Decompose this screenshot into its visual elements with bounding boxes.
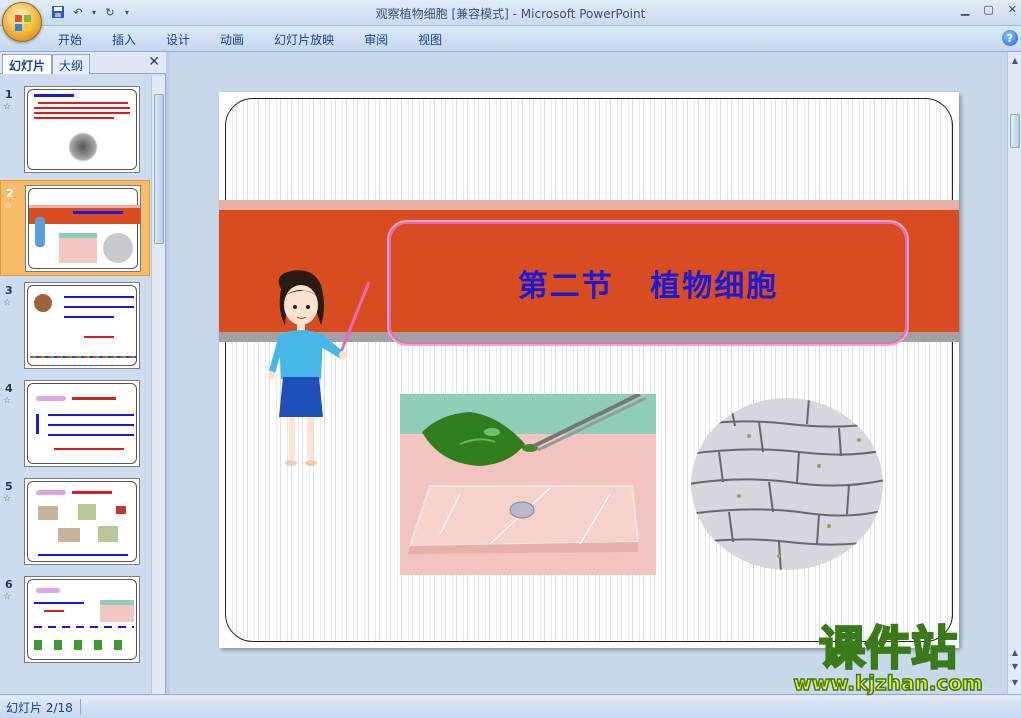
tab-outline[interactable]: 大纲: [52, 54, 91, 74]
tab-insert[interactable]: 插入: [112, 31, 136, 48]
slide-title[interactable]: 第二节 植物细胞: [387, 220, 909, 346]
status-bar: 幻灯片 2/18: [0, 694, 1021, 718]
slide-number: 4: [5, 382, 13, 395]
kjzhan-watermark-logo: 课件站 www.kjzhan.com: [792, 620, 983, 696]
slide-editor: 第二节 植物细胞: [170, 52, 1004, 694]
animation-star-icon: ☆: [3, 102, 12, 112]
status-divider: [80, 699, 81, 715]
window-title: 观察植物细胞 [兼容模式] - Microsoft PowerPoint: [375, 7, 646, 21]
scrollbar-thumb[interactable]: [1010, 114, 1020, 148]
thumbnail-image: [24, 380, 140, 467]
slide-thumbnail-5[interactable]: 5 ☆: [0, 474, 150, 570]
slide-thumbnail-3[interactable]: 3 ☆: [0, 278, 150, 374]
thumbnail-image: [24, 576, 140, 663]
animation-star-icon: ☆: [3, 396, 12, 406]
leaf-slide-photo: [400, 394, 656, 575]
slide-counter: 幻灯片 2/18: [6, 701, 73, 715]
animation-star-icon: ☆: [4, 201, 13, 211]
scroll-up-icon[interactable]: ▲: [1010, 56, 1020, 65]
slide-thumbnail-4[interactable]: 4 ☆: [0, 376, 150, 472]
tab-review[interactable]: 审阅: [364, 31, 388, 48]
scrollbar-thumb[interactable]: [154, 94, 164, 244]
window-controls: ▁ ▢ ✕: [961, 3, 1017, 16]
help-icon[interactable]: ?: [1002, 30, 1018, 46]
slide-number: 2: [6, 187, 14, 200]
slide-number: 5: [5, 480, 13, 493]
close-icon[interactable]: ✕: [1008, 3, 1017, 16]
office-logo-icon: [15, 15, 31, 31]
ribbon-tabs: 开始 插入 设计 动画 幻灯片放映 审阅 视图: [58, 31, 472, 48]
scroll-down-icon[interactable]: ▼: [1010, 678, 1020, 687]
title-band-top: [219, 200, 959, 210]
slide-number: 1: [5, 88, 13, 101]
thumbnail-scrollbar[interactable]: [151, 76, 165, 694]
watermark-url: www.kjzhan.com: [793, 671, 983, 695]
thumbnail-image: [24, 86, 140, 173]
next-slide-icon[interactable]: ▼: [1010, 662, 1020, 671]
animation-star-icon: ☆: [3, 592, 12, 602]
slide-number: 6: [5, 578, 13, 591]
tab-design[interactable]: 设计: [166, 31, 190, 48]
thumbnail-image: [24, 282, 140, 369]
onion-cells-micrograph: [691, 398, 883, 570]
slide-number: 3: [5, 284, 13, 297]
office-button[interactable]: [2, 2, 42, 42]
slide-thumbnail-list: 1 ☆ 2 ☆ 3 ☆ 4 ☆ 5 ☆ 6 ☆: [0, 76, 150, 694]
tab-home[interactable]: 开始: [58, 31, 82, 48]
slide-thumbnail-6[interactable]: 6 ☆: [0, 572, 150, 668]
thumbnail-image: [24, 478, 140, 565]
tab-animation[interactable]: 动画: [220, 31, 244, 48]
animation-star-icon: ☆: [3, 298, 12, 308]
ribbon-tab-bar: 开始 插入 设计 动画 幻灯片放映 审阅 视图 ?: [0, 26, 1021, 52]
slide-canvas[interactable]: 第二节 植物细胞: [219, 92, 959, 648]
slide-thumbnail-2[interactable]: 2 ☆: [0, 180, 150, 276]
animation-star-icon: ☆: [3, 494, 12, 504]
slides-pane: 幻灯片 大纲 ✕ 1 ☆ 2 ☆ 3 ☆ 4 ☆ 5 ☆ 6 ☆: [0, 52, 166, 694]
close-pane-icon[interactable]: ✕: [148, 54, 160, 70]
teacher-figure-image: [267, 270, 371, 466]
thumbnail-image: [25, 185, 141, 272]
minimize-icon[interactable]: ▁: [961, 3, 969, 16]
tab-view[interactable]: 视图: [418, 31, 442, 48]
watermark-brand: 课件站: [819, 621, 957, 675]
slide-scrollbar[interactable]: ▲ ▲ ▼ ▼: [1007, 52, 1021, 694]
maximize-icon[interactable]: ▢: [983, 3, 993, 16]
pane-tabs: 幻灯片 大纲 ✕: [0, 52, 166, 74]
slide-thumbnail-1[interactable]: 1 ☆: [0, 82, 150, 178]
title-bar: ↶ ▾ ↻ ▾ 观察植物细胞 [兼容模式] - Microsoft PowerP…: [0, 0, 1021, 42]
tab-slides[interactable]: 幻灯片: [2, 54, 53, 74]
tab-slideshow[interactable]: 幻灯片放映: [274, 31, 334, 48]
previous-slide-icon[interactable]: ▲: [1010, 648, 1020, 657]
